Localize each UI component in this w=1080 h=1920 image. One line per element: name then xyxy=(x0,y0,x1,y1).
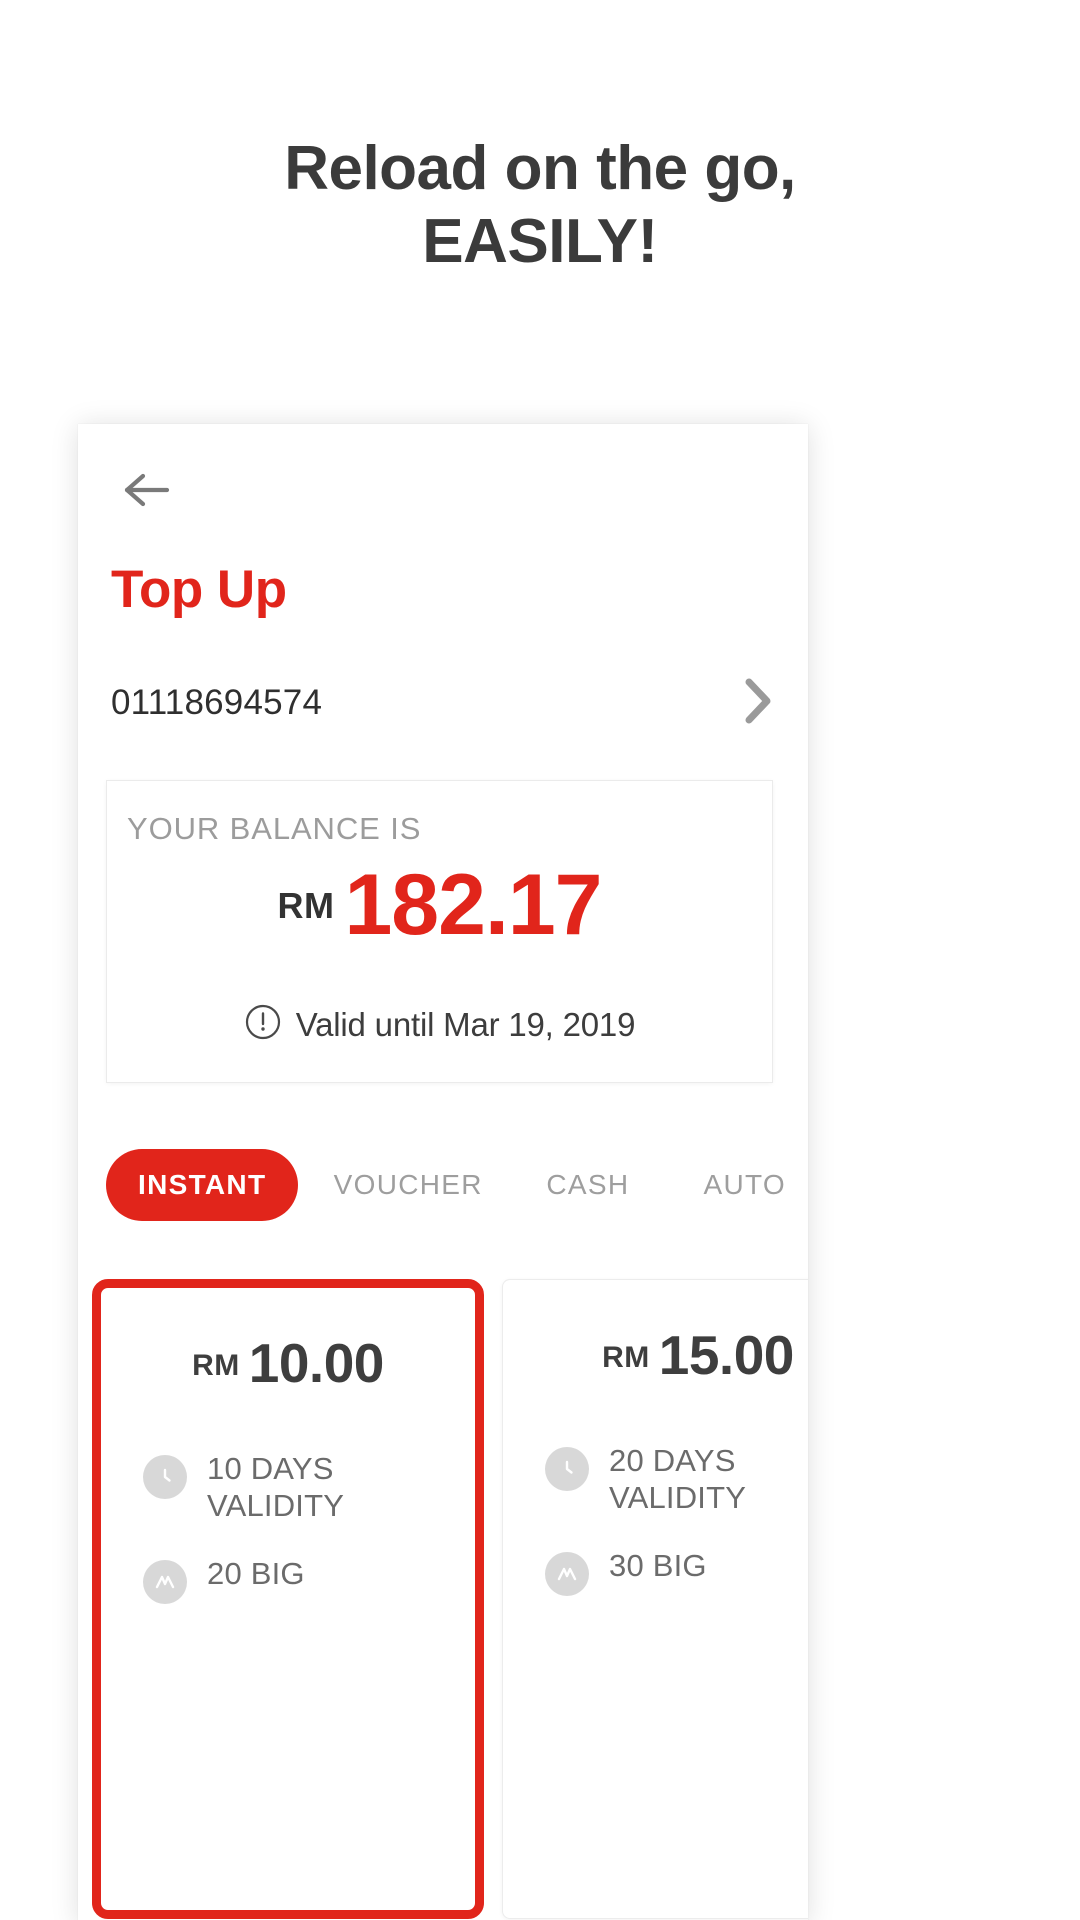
headline-line-2: EASILY! xyxy=(422,207,658,277)
balance-currency: RM xyxy=(277,885,335,926)
clock-icon xyxy=(143,1455,187,1499)
back-button[interactable] xyxy=(110,454,182,526)
tab-voucher[interactable]: VOUCHER xyxy=(334,1149,483,1221)
chevron-right-icon xyxy=(741,676,775,731)
denomination-currency: RM xyxy=(602,1341,650,1374)
phone-number-value: 01118694574 xyxy=(111,683,323,722)
denomination-card-selected[interactable]: RM 10.00 10 DAYS VALIDITY 20 BIG xyxy=(92,1279,484,1919)
denomination-amount: 10.00 xyxy=(248,1332,385,1394)
tab-cash[interactable]: CASH xyxy=(546,1149,629,1221)
denomination-currency: RM xyxy=(192,1349,240,1382)
balance-amount-row: RM 182.17 xyxy=(107,857,772,953)
denomination-feature: 10 DAYS VALIDITY xyxy=(143,1451,473,1524)
denomination-list: RM 10.00 10 DAYS VALIDITY 20 BIG RM 15.0… xyxy=(78,1279,808,1920)
denomination-price: RM 15.00 xyxy=(503,1328,808,1383)
denomination-card[interactable]: RM 15.00 20 DAYS VALIDITY 30 BIG xyxy=(502,1279,808,1919)
balance-card: YOUR BALANCE IS RM 182.17 Valid until Ma… xyxy=(106,780,773,1083)
tab-auto[interactable]: AUTO xyxy=(704,1149,786,1221)
page-title: Reload on the go, EASILY! xyxy=(0,132,1080,278)
denomination-amount: 15.00 xyxy=(658,1324,795,1386)
topup-method-tabs: INSTANT VOUCHER CASH AUTO xyxy=(106,1149,786,1221)
data-icon xyxy=(545,1552,589,1596)
denomination-feature-text: 20 DAYS VALIDITY xyxy=(609,1443,747,1515)
data-icon xyxy=(143,1560,187,1604)
balance-label: YOUR BALANCE IS xyxy=(127,811,422,846)
denomination-price: RM 10.00 xyxy=(101,1336,475,1391)
denomination-feature: 20 BIG xyxy=(143,1556,473,1604)
headline-line-1: Reload on the go, xyxy=(284,134,796,203)
denomination-feature-text: 20 BIG xyxy=(207,1556,305,1591)
back-arrow-icon xyxy=(121,470,171,510)
app-promo-screen: Reload on the go, EASILY! Top Up 0111869… xyxy=(0,0,1080,1920)
denomination-feature: 20 DAYS VALIDITY xyxy=(545,1443,808,1516)
denomination-feature: 30 BIG xyxy=(545,1548,808,1596)
screen-title: Top Up xyxy=(111,560,287,619)
denomination-feature-text: 10 DAYS VALIDITY xyxy=(207,1451,345,1523)
denomination-feature-text: 30 BIG xyxy=(609,1548,707,1583)
balance-amount: 182.17 xyxy=(344,857,602,953)
clock-icon xyxy=(545,1447,589,1491)
phone-mockup-card: Top Up 01118694574 YOUR BALANCE IS RM 18… xyxy=(78,424,808,1920)
tab-instant[interactable]: INSTANT xyxy=(106,1149,299,1221)
balance-validity-text: Valid until Mar 19, 2019 xyxy=(295,1005,636,1043)
exclamation-circle-icon xyxy=(244,1003,282,1046)
balance-validity-row: Valid until Mar 19, 2019 xyxy=(107,1003,772,1046)
phone-number-row[interactable]: 01118694574 xyxy=(111,672,775,734)
